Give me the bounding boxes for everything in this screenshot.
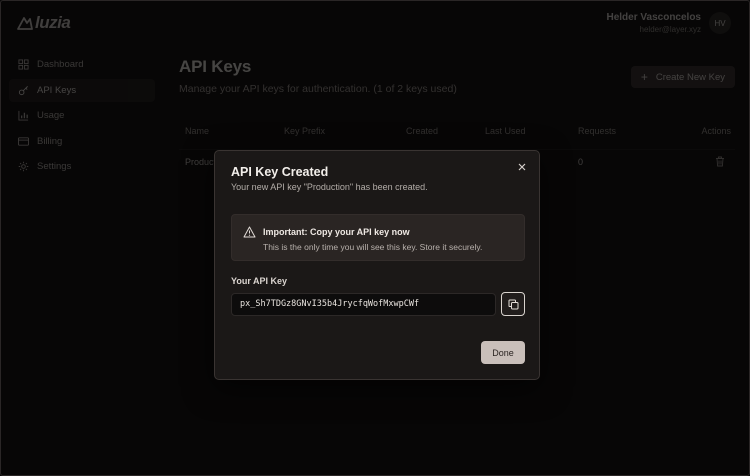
copy-key-button[interactable] [501,292,525,316]
close-icon [518,163,526,171]
dialog-description: Your new API key "Production" has been c… [231,182,428,192]
dialog-title: API Key Created [231,165,329,179]
api-key-label: Your API Key [231,276,288,286]
close-button[interactable] [515,160,529,174]
alert-title: Important: Copy your API key now [263,227,410,237]
warning-alert: Important: Copy your API key now This is… [231,214,525,261]
done-button[interactable]: Done [481,341,525,364]
api-key-created-dialog: API Key Created Your new API key "Produc… [214,150,540,380]
warning-triangle-icon [243,226,256,238]
app-window: luzia Helder Vasconcelos helder@layer.xy… [0,0,750,476]
alert-body: This is the only time you will see this … [263,242,483,252]
api-key-field[interactable]: px_Sh7TDGz8GNvI35b4JrycfqWofMxwpCWf [231,293,496,316]
copy-icon [508,299,518,309]
